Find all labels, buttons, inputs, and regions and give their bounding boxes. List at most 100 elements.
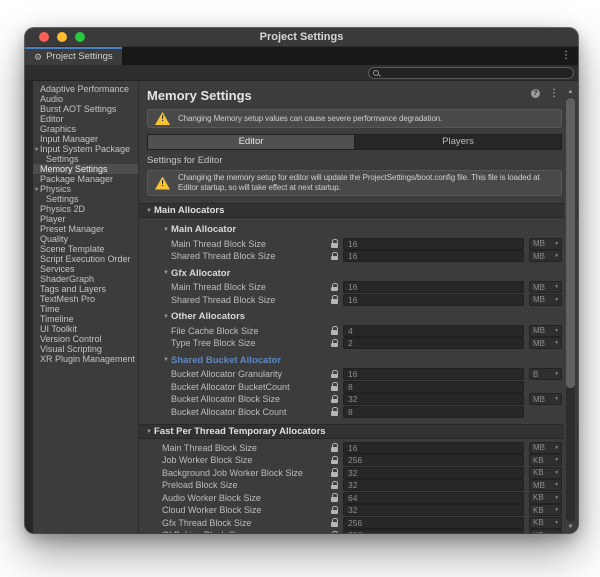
lock-icon[interactable] [331,326,343,335]
value-input[interactable]: 4 [343,325,524,337]
unit-dropdown[interactable]: MB ▾ [529,337,562,349]
pane-menu-icon[interactable]: ⋮ [549,89,559,98]
value-input[interactable]: 256 [343,517,524,529]
unit-dropdown[interactable]: KB ▾ [529,467,562,479]
sidebar-item[interactable]: ▼UI Toolkit [33,324,138,334]
lock-icon[interactable] [331,370,343,379]
sidebar-item[interactable]: ▼XR Plugin Management [33,354,138,364]
settings-target-tab[interactable]: Editor [148,135,354,149]
sidebar-item[interactable]: ▼Physics 2D [33,204,138,214]
lock-icon[interactable] [331,493,343,502]
unit-dropdown[interactable]: B ▾ [529,368,562,380]
zoom-button[interactable] [75,32,85,42]
scrollbar-track[interactable] [566,97,575,522]
unit-dropdown[interactable]: KB ▾ [529,529,562,533]
value-input[interactable]: 16 [343,442,524,454]
scrollbar-thumb[interactable] [566,98,575,388]
sidebar-item[interactable]: ▼Memory Settings [33,164,138,174]
lock-icon[interactable] [331,531,343,533]
tab-strip-menu-icon[interactable]: ⋮ [561,51,571,61]
subsection-foldout[interactable]: ▼ Other Allocators [163,311,562,322]
unit-dropdown[interactable]: MB ▾ [529,479,562,491]
search-input[interactable] [368,67,574,79]
lock-icon[interactable] [331,252,343,261]
value-input[interactable]: 16 [343,238,524,250]
lock-icon[interactable] [331,339,343,348]
subsection-foldout[interactable]: ▼ Shared Bucket Allocator [163,355,562,366]
lock-icon[interactable] [331,456,343,465]
value-input[interactable]: 2 [343,337,524,349]
unit-dropdown[interactable]: MB ▾ [529,238,562,250]
sidebar-item[interactable]: ▼TextMesh Pro [33,294,138,304]
unit-dropdown[interactable]: MB ▾ [529,294,562,306]
sidebar-item[interactable]: ▼Audio [33,94,138,104]
sidebar-item[interactable]: ▼Input System Package [33,144,138,154]
value-input[interactable]: 32 [343,393,524,405]
unit-dropdown[interactable]: MB ▾ [529,325,562,337]
value-input[interactable]: 256 [343,529,524,533]
lock-icon[interactable] [331,407,343,416]
sidebar-item[interactable]: ▼Visual Scripting [33,344,138,354]
subsection-foldout[interactable]: ▼ Main Allocator [163,224,562,235]
unit-dropdown[interactable]: KB ▾ [529,504,562,516]
unit-dropdown[interactable]: KB ▾ [529,492,562,504]
sidebar-item[interactable]: ▼Editor [33,114,138,124]
unit-dropdown[interactable]: MB ▾ [529,393,562,405]
sidebar-item[interactable]: ▼Adaptive Performance [33,84,138,94]
scrollbar-up-icon[interactable]: ▲ [564,89,577,96]
lock-icon[interactable] [331,481,343,490]
sidebar-item[interactable]: ▼Settings [33,194,138,204]
unit-dropdown[interactable]: MB ▾ [529,250,562,262]
sidebar-item[interactable]: ▼Graphics [33,124,138,134]
minimize-button[interactable] [57,32,67,42]
settings-target-tab[interactable]: Players [354,135,561,149]
value-input[interactable]: 16 [343,294,524,306]
sidebar-item[interactable]: ▼Script Execution Order [33,254,138,264]
sidebar-item[interactable]: ▼Input Manager [33,134,138,144]
lock-icon[interactable] [331,395,343,404]
value-input[interactable]: 16 [343,368,524,380]
value-input[interactable]: 64 [343,492,524,504]
sidebar-item[interactable]: ▼Player [33,214,138,224]
lock-icon[interactable] [331,295,343,304]
value-input[interactable]: 256 [343,454,524,466]
sidebar-item[interactable]: ▼Package Manager [33,174,138,184]
sidebar-item[interactable]: ▼ShaderGraph [33,274,138,284]
lock-icon[interactable] [331,468,343,477]
lock-icon[interactable] [331,443,343,452]
unit-dropdown[interactable]: KB ▾ [529,454,562,466]
help-icon[interactable]: ? [531,89,540,98]
lock-icon[interactable] [331,506,343,515]
value-input[interactable]: 16 [343,250,524,262]
value-input[interactable]: 32 [343,479,524,491]
sidebar-item[interactable]: ▼Tags and Layers [33,284,138,294]
lock-icon[interactable] [331,382,343,391]
lock-icon[interactable] [331,283,343,292]
lock-icon[interactable] [331,518,343,527]
lock-icon[interactable] [331,239,343,248]
sidebar-item[interactable]: ▼Settings [33,154,138,164]
value-input[interactable]: 32 [343,504,524,516]
sidebar-item[interactable]: ▼Scene Template [33,244,138,254]
subsection-foldout[interactable]: ▼ Gfx Allocator [163,268,562,279]
unit-dropdown[interactable]: MB ▾ [529,442,562,454]
sidebar-item[interactable]: ▼Physics [33,184,138,194]
value-input[interactable]: 8 [343,406,524,418]
unit-dropdown[interactable]: MB ▾ [529,281,562,293]
sidebar-item[interactable]: ▼Timeline [33,314,138,324]
sidebar-item[interactable]: ▼Version Control [33,334,138,344]
scrollbar-down-icon[interactable]: ▼ [564,524,577,531]
section-foldout[interactable]: ▼ Main Allocators [139,203,578,218]
value-input[interactable]: 32 [343,467,524,479]
sidebar-item[interactable]: ▼Time [33,304,138,314]
value-input[interactable]: 16 [343,281,524,293]
close-button[interactable] [39,32,49,42]
unit-dropdown[interactable]: KB ▾ [529,517,562,529]
sidebar-item[interactable]: ▼Burst AOT Settings [33,104,138,114]
project-settings-tab[interactable]: ⚙ Project Settings [25,47,122,65]
sidebar-item[interactable]: ▼Preset Manager [33,224,138,234]
sidebar-item[interactable]: ▼Quality [33,234,138,244]
section-foldout[interactable]: ▼ Fast Per Thread Temporary Allocators [139,424,578,439]
value-input[interactable]: 8 [343,381,524,393]
sidebar-item[interactable]: ▼Services [33,264,138,274]
